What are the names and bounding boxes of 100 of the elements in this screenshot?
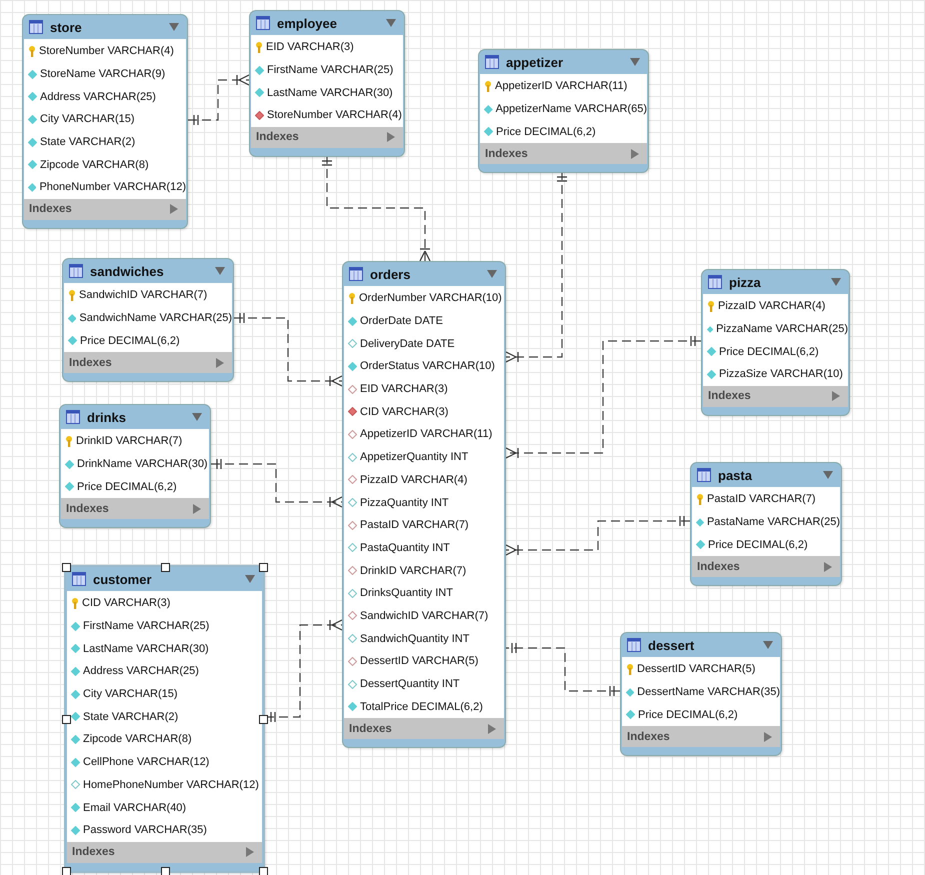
indexes-bar[interactable]: Indexes <box>344 718 504 740</box>
column-name: City VARCHAR(15) <box>40 113 135 126</box>
table-card[interactable] <box>342 261 506 748</box>
column-name: Price DECIMAL(6,2) <box>708 538 808 551</box>
column-name: AppetizerID VARCHAR(11) <box>360 428 492 440</box>
table-icon <box>708 275 722 289</box>
indexes-bar[interactable]: Indexes <box>692 556 840 578</box>
table-icon <box>485 55 499 69</box>
column-name: DessertID VARCHAR(5) <box>360 655 478 668</box>
column-name: PastaName VARCHAR(25) <box>706 516 840 528</box>
column-name: CID VARCHAR(3) <box>82 597 170 610</box>
indexes-bar[interactable]: Indexes <box>251 126 403 148</box>
resize-handle[interactable] <box>160 866 170 875</box>
column-name: Password VARCHAR(35) <box>83 824 207 836</box>
dropdown-triangle-icon[interactable] <box>630 58 640 66</box>
table-card[interactable] <box>64 565 265 873</box>
expand-arrow-icon[interactable] <box>631 148 639 159</box>
table-icon <box>256 16 270 30</box>
column-name: AppetizerQuantity INT <box>360 451 468 464</box>
resize-handle[interactable] <box>62 714 71 724</box>
dropdown-triangle-icon[interactable] <box>169 23 179 31</box>
indexes-bar[interactable]: Indexes <box>622 726 780 748</box>
column-name: PizzaQuantity INT <box>360 496 449 509</box>
expand-arrow-icon[interactable] <box>832 391 840 402</box>
expand-arrow-icon[interactable] <box>488 724 496 734</box>
table-card[interactable]: store StoreNumber VARCHAR(4) StoreName VARCHAR(9) Address VARCHAR(25) City VARCHAR(15) State VARCHAR(2) Zipcode VARCHAR(8) PhoneNumber VARCHAR(12) Indexes <box>22 14 188 229</box>
column-name: OrderStatus VARCHAR(10) <box>360 360 495 372</box>
table-name: customer <box>93 572 153 586</box>
column-name: Address VARCHAR(25) <box>40 90 156 103</box>
column-name: SandwichID VARCHAR(7) <box>360 610 488 622</box>
dropdown-triangle-icon[interactable] <box>763 641 773 649</box>
table-name: appetizer <box>506 54 564 70</box>
column-name: CID VARCHAR(3) <box>360 406 448 418</box>
expand-arrow-icon[interactable] <box>216 358 224 368</box>
dropdown-triangle-icon[interactable] <box>487 270 497 278</box>
table-name: dessert <box>648 638 696 652</box>
column-name: Price DECIMAL(6,2) <box>496 126 596 138</box>
dropdown-triangle-icon[interactable] <box>386 19 396 27</box>
column-name: EID VARCHAR(3) <box>360 383 448 396</box>
table-icon <box>697 468 711 482</box>
table-card[interactable]: appetizer AppetizerID VARCHAR(11) AppetizerName VARCHAR(65) Price DECIMAL(6,2) Indexes <box>478 49 649 174</box>
table-icon <box>66 410 80 424</box>
resize-handle[interactable] <box>62 563 71 572</box>
table-card[interactable]: drinks DrinkID VARCHAR(7) DrinkName VARCHAR(30) Price DECIMAL(6,2) Indexes <box>59 404 211 528</box>
column-name: StoreNumber VARCHAR(4) <box>267 109 402 122</box>
table-name: pizza <box>729 274 762 290</box>
resize-handle[interactable] <box>259 563 268 572</box>
table-name: store <box>50 20 83 34</box>
table-card[interactable]: sandwiches SandwichID VARCHAR(7) SandwichName VARCHAR(25) Price DECIMAL(6,2) Indexes <box>62 258 234 382</box>
table-card[interactable]: employee EID VARCHAR(3) FirstName VARCHAR(25) LastName VARCHAR(30) StoreNumber VARCHAR(4) Indexes <box>249 10 405 157</box>
column-name: PizzaName VARCHAR(25) <box>716 323 848 336</box>
column-name: SandwichName VARCHAR(25) <box>79 312 232 324</box>
column-name: DessertQuantity INT <box>360 678 460 690</box>
column-name: Address VARCHAR(25) <box>83 665 199 678</box>
dropdown-triangle-icon[interactable] <box>192 413 202 421</box>
expand-arrow-icon[interactable] <box>193 504 201 514</box>
column-name: AppetizerID VARCHAR(11) <box>495 80 628 92</box>
expand-arrow-icon[interactable] <box>387 132 395 142</box>
column-name: AppetizerName VARCHAR(65) <box>496 103 647 116</box>
column-name: Price DECIMAL(6,2) <box>719 346 819 358</box>
dropdown-triangle-icon[interactable] <box>215 267 225 275</box>
table-icon <box>72 572 86 586</box>
resize-handle[interactable] <box>160 563 170 572</box>
column-name: DessertID VARCHAR(5) <box>637 663 756 676</box>
column-name: StoreNumber VARCHAR(4) <box>39 45 174 58</box>
column-name: EID VARCHAR(3) <box>266 41 354 54</box>
table-card[interactable]: dessert DessertID VARCHAR(5) DessertName VARCHAR(35) Price DECIMAL(6,2) Indexes <box>620 632 782 756</box>
column-name: FirstName VARCHAR(25) <box>267 64 394 76</box>
indexes-label: Indexes <box>349 722 392 735</box>
indexes-bar[interactable]: Indexes <box>67 842 262 863</box>
expand-arrow-icon[interactable] <box>764 732 772 742</box>
dropdown-triangle-icon[interactable] <box>245 575 255 583</box>
indexes-bar[interactable]: Indexes <box>24 198 186 220</box>
column-name: DrinksQuantity INT <box>360 587 453 600</box>
indexes-bar[interactable]: Indexes <box>64 352 232 374</box>
indexes-label: Indexes <box>72 846 115 858</box>
column-name: PastaID VARCHAR(7) <box>707 493 816 506</box>
resize-handle[interactable] <box>259 866 268 875</box>
expand-arrow-icon[interactable] <box>824 562 832 572</box>
table-icon <box>627 638 641 652</box>
table-card[interactable]: pizza PizzaID VARCHAR(4) PizzaName VARCHAR(25) Price DECIMAL(6,2) PizzaSize VARCHAR(10) Indexes <box>701 269 850 416</box>
indexes-label: Indexes <box>627 730 670 743</box>
indexes-bar[interactable]: Indexes <box>480 143 647 164</box>
column-name: Price DECIMAL(6,2) <box>77 480 177 493</box>
column-name: DrinkName VARCHAR(30) <box>77 458 208 470</box>
column-name: Email VARCHAR(40) <box>83 802 186 814</box>
dropdown-triangle-icon[interactable] <box>831 278 841 286</box>
indexes-bar[interactable]: Indexes <box>703 386 848 407</box>
resize-handle[interactable] <box>259 714 268 724</box>
resize-handle[interactable] <box>62 866 71 875</box>
table-name: orders <box>370 266 412 282</box>
dropdown-triangle-icon[interactable] <box>823 471 833 479</box>
indexes-bar[interactable]: Indexes <box>61 498 209 520</box>
expand-arrow-icon[interactable] <box>246 847 254 858</box>
table-card[interactable]: pasta PastaID VARCHAR(7) PastaName VARCHAR(25) Price DECIMAL(6,2) Indexes <box>690 462 842 586</box>
indexes-label: Indexes <box>69 356 112 369</box>
table-icon <box>69 264 83 278</box>
table-icon <box>29 20 43 34</box>
indexes-label: Indexes <box>485 148 528 160</box>
expand-arrow-icon[interactable] <box>170 204 178 214</box>
